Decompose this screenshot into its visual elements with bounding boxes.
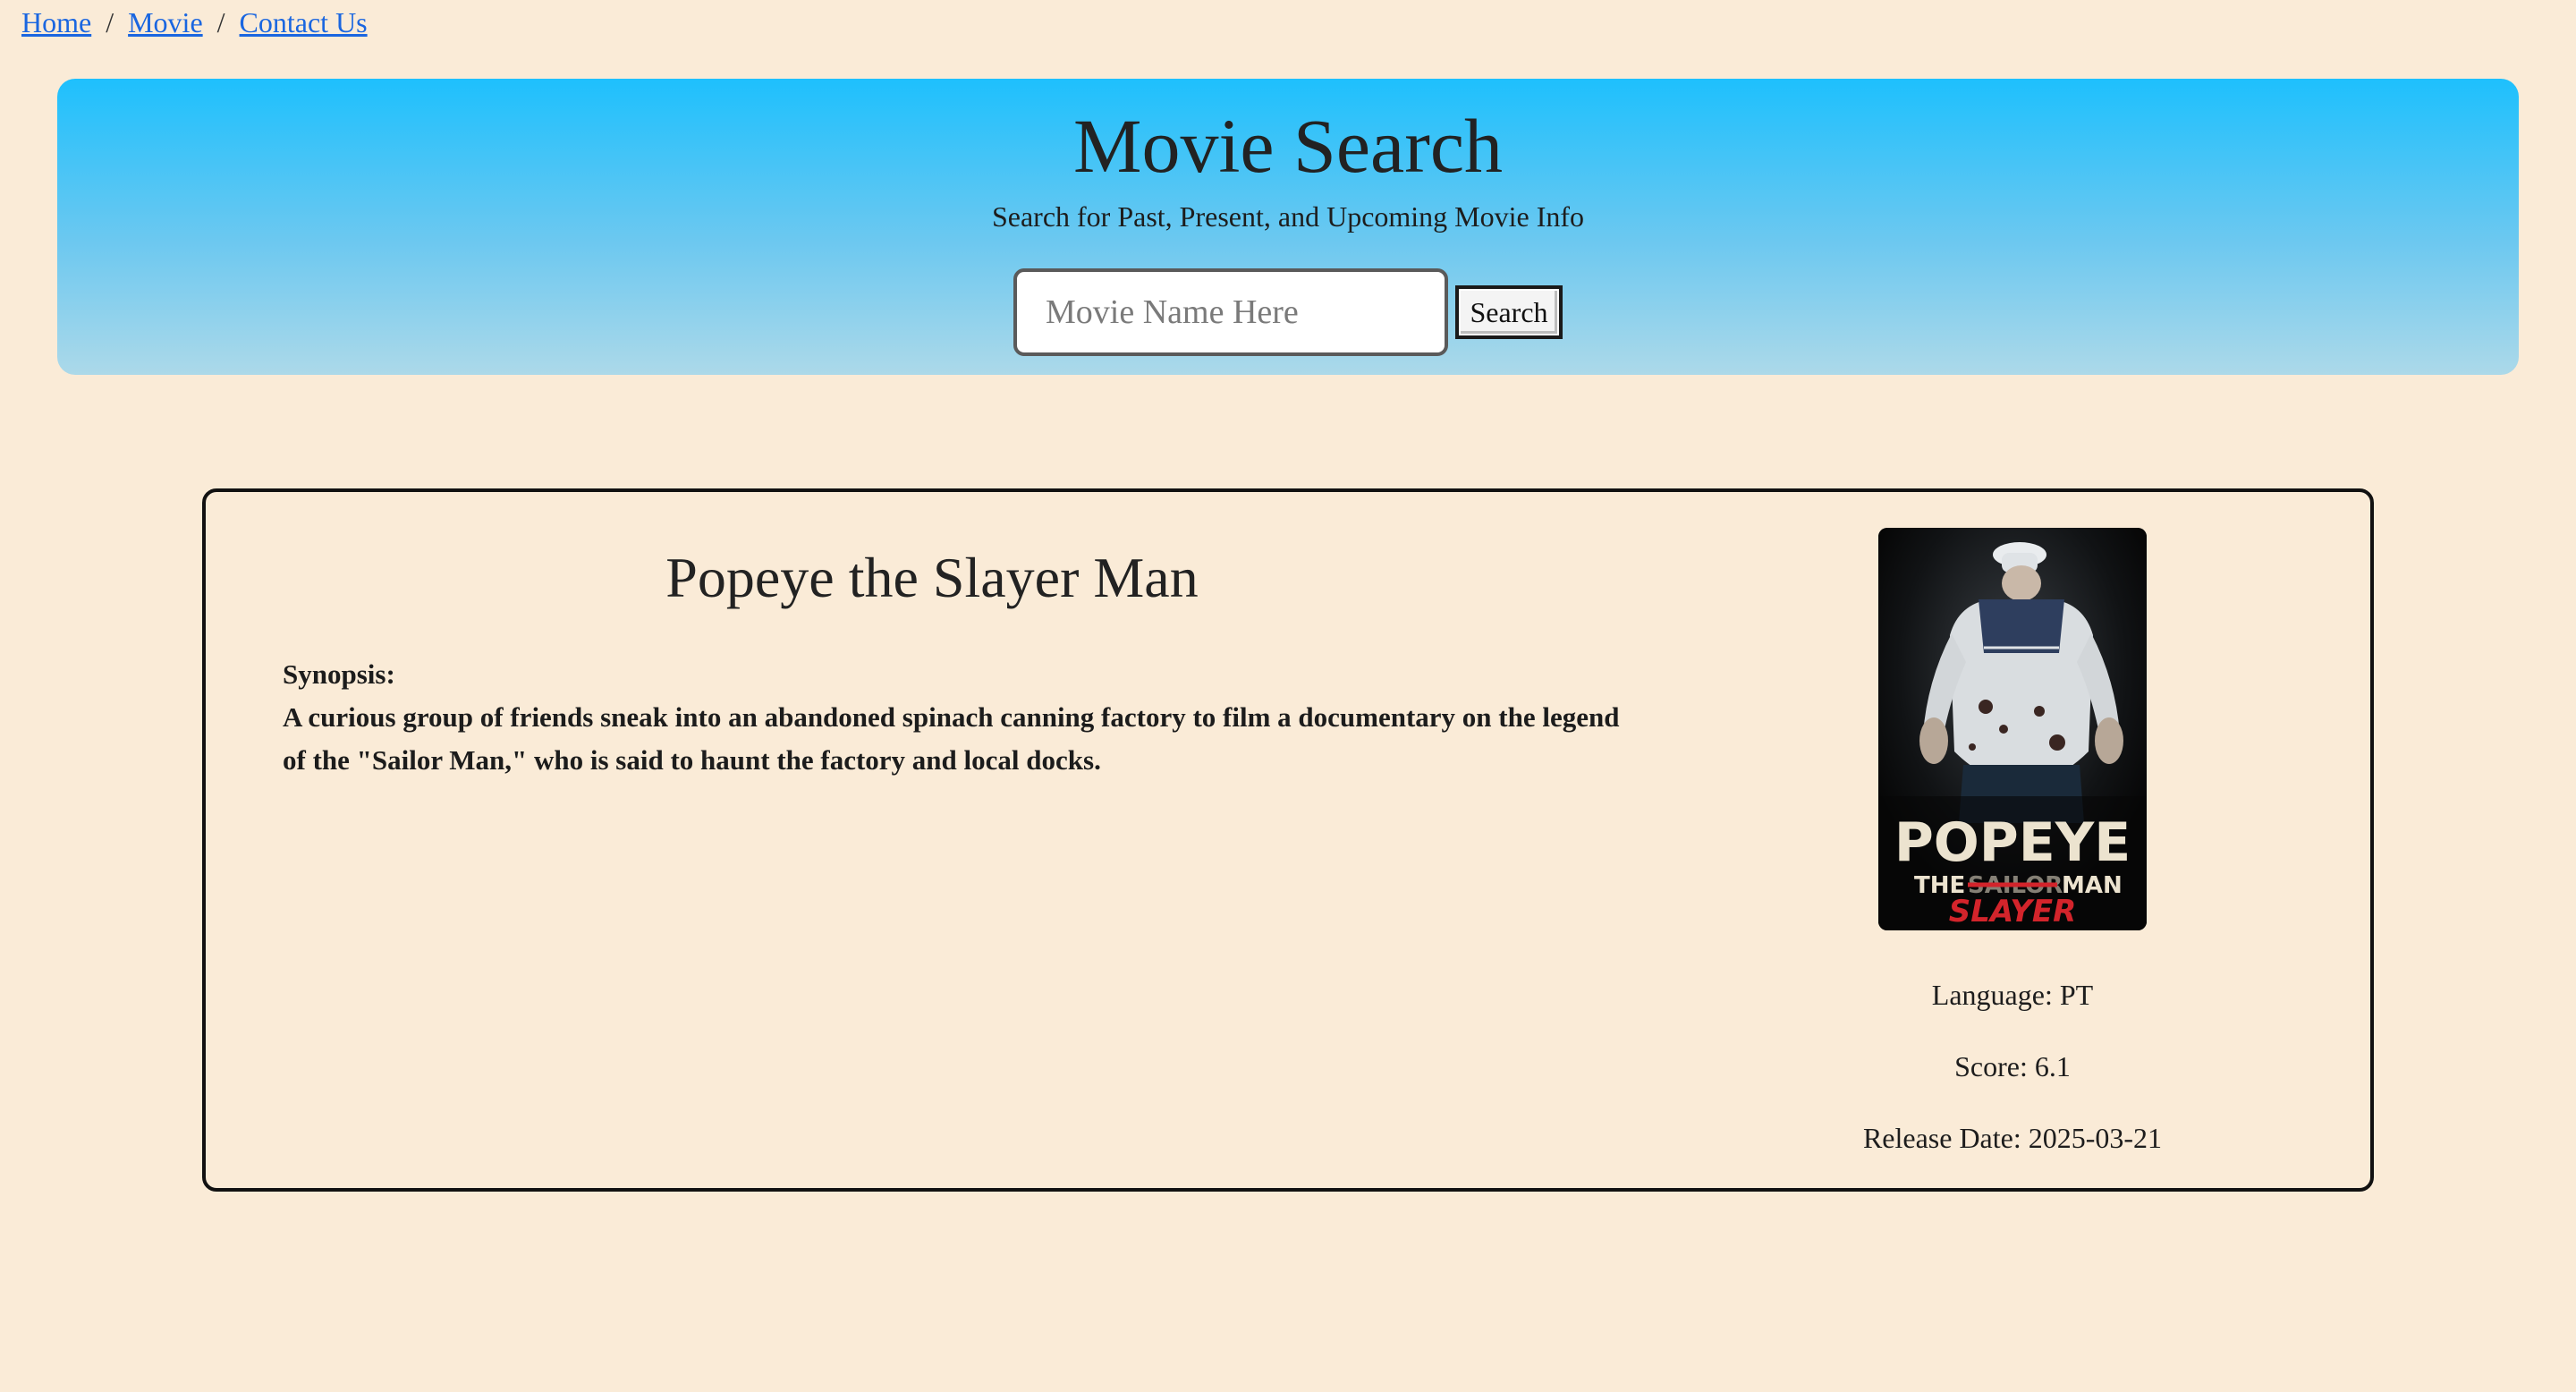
breadcrumb-movie-link[interactable]: Movie <box>128 6 203 38</box>
page-subtitle: Search for Past, Present, and Upcoming M… <box>991 200 1585 233</box>
breadcrumb-contact-us-link[interactable]: Contact Us <box>240 6 368 38</box>
movie-result-card: Popeye the Slayer Man Synopsis: A curiou… <box>202 488 2374 1192</box>
search-header: Movie Search Search for Past, Present, a… <box>57 79 2519 375</box>
breadcrumb-home-link[interactable]: Home <box>21 6 91 38</box>
breadcrumb-separator: / <box>216 6 225 38</box>
poster-title-slayer: SLAYER <box>1949 894 2077 929</box>
movie-release-date: Release Date: 2025-03-21 <box>1862 1122 2163 1154</box>
breadcrumb: Home / Movie / Contact Us <box>21 2 368 43</box>
movie-synopsis: Synopsis: A curious group of friends sne… <box>283 653 1624 782</box>
search-button[interactable]: Search <box>1455 285 1563 339</box>
poster-image: POPEYE THE SAILOR MAN SLAYER <box>1878 528 2147 930</box>
movie-language: Language: PT <box>1931 979 2094 1011</box>
movie-score: Score: 6.1 <box>1954 1050 2071 1082</box>
search-form: Search <box>57 268 2519 356</box>
movie-poster: POPEYE THE SAILOR MAN SLAYER <box>1878 528 2147 930</box>
poster-title-line1: POPEYE <box>1894 811 2131 874</box>
movie-search-input[interactable] <box>1013 268 1448 356</box>
breadcrumb-separator: / <box>106 6 114 38</box>
movie-title: Popeye the Slayer Man <box>665 546 1199 609</box>
synopsis-text: A curious group of friends sneak into an… <box>283 701 1620 776</box>
page-title: Movie Search <box>1072 103 1503 189</box>
synopsis-label: Synopsis: <box>283 658 395 690</box>
